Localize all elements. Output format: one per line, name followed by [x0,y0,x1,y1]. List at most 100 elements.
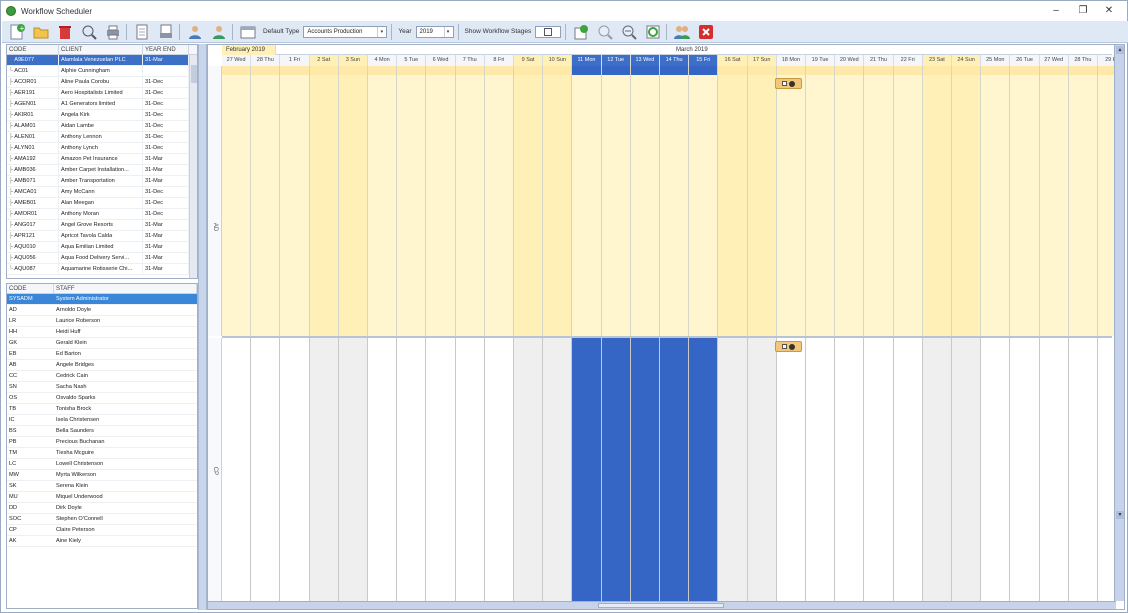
zoom-in-icon[interactable] [595,22,614,41]
close-button[interactable]: ✕ [1100,3,1118,19]
day-header[interactable]: 13 Wed [630,55,660,66]
column-header-year-end[interactable]: YEAR END [143,45,189,54]
day-header[interactable]: 27 Wed [222,55,252,66]
client-row[interactable]: ├ ACOR01 Aline Paula Corobu 31-Dec [7,77,197,88]
day-cell[interactable] [368,75,398,336]
staff-row[interactable]: SOC Stephen O'Connell [7,514,197,525]
delete-icon[interactable] [55,22,74,41]
staff-row[interactable]: BS Bella Saunders [7,426,197,437]
day-cell[interactable] [280,75,310,336]
day-header[interactable]: 23 Sat [922,55,952,66]
day-cell[interactable] [572,75,602,336]
staff-row[interactable]: AK Aine Kiely [7,536,197,547]
day-header[interactable]: 3 Sun [338,55,368,66]
scheduler-vertical-scrollbar[interactable]: ▲ ▼ [1114,45,1124,601]
day-cell[interactable] [718,75,748,336]
client-row[interactable]: ├ AKIR01 Angela Kirk 31-Dec [7,110,197,121]
refresh-icon[interactable] [643,22,662,41]
day-header[interactable]: 26 Tue [1010,55,1040,66]
staff-row[interactable]: LC Lowell Christenson [7,459,197,470]
client-row[interactable]: ├ AGEN01 A1 Generators limited 31-Dec [7,99,197,110]
client-row[interactable]: ├ AMB071 Amber Transportation 31-Mar [7,176,197,187]
day-header[interactable]: 28 Thu [251,55,281,66]
day-cell[interactable] [397,338,427,602]
day-cell[interactable] [952,75,982,336]
day-cell[interactable] [689,75,719,336]
staff-row[interactable]: HH Heidi Huff [7,327,197,338]
day-header[interactable]: 21 Thu [864,55,894,66]
default-type-select[interactable]: Accounts Production ▾ [303,25,388,38]
client-row[interactable]: ├ AMCA01 Amy McCann 31-Dec [7,187,197,198]
day-header[interactable]: 19 Tue [806,55,836,66]
day-header[interactable]: 24 Sun [952,55,982,66]
staff-row[interactable]: PB Precious Buchanan [7,437,197,448]
day-cell[interactable] [426,75,456,336]
staff-row[interactable]: SYSADM System Administrator [7,294,197,305]
clients-scrollbar[interactable] [189,55,197,278]
print-icon[interactable] [103,22,122,41]
staff-row[interactable]: IC Isela Christensen [7,415,197,426]
year-select[interactable]: 2019 ▾ [415,25,454,38]
client-row[interactable]: ├ AER191 Aero Hospitalists Limited 31-Dec [7,88,197,99]
day-cell[interactable] [309,75,339,336]
day-cell[interactable] [689,338,719,602]
day-cell[interactable] [484,338,514,602]
appointment-marker-cp[interactable] [775,341,802,352]
day-header[interactable]: 5 Tue [397,55,427,66]
day-header[interactable]: 22 Fri [893,55,923,66]
client-row[interactable]: ├ ALYN01 Anthony Lynch 31-Dec [7,143,197,154]
staff-row[interactable]: CP Claire Peterson [7,525,197,536]
client-row[interactable]: ├ AMOR01 Anthony Moran 31-Dec [7,209,197,220]
day-cell[interactable] [1010,338,1040,602]
day-cell[interactable] [630,75,660,336]
client-row[interactable]: ├ APR121 Apricot Tavola Calda 31-Mar [7,231,197,242]
column-header-client[interactable]: CLIENT [59,45,143,54]
day-header[interactable]: 28 Thu [1068,55,1098,66]
day-cell[interactable] [222,75,252,336]
maximize-button[interactable]: ❐ [1074,3,1092,19]
day-cell[interactable] [806,338,836,602]
day-cell[interactable] [484,75,514,336]
day-header[interactable]: 7 Thu [455,55,485,66]
day-header[interactable]: 6 Wed [426,55,456,66]
client-row[interactable]: ├ AMA192 Amazon Pet Insurance 31-Mar [7,154,197,165]
day-cell[interactable] [514,75,544,336]
day-cell[interactable] [776,338,806,602]
day-cell[interactable] [426,338,456,602]
client-row[interactable]: ├ AMEB01 Alan Meegan 31-Dec [7,198,197,209]
day-cell[interactable] [952,338,982,602]
day-cell[interactable] [776,75,806,336]
client-row[interactable]: ├ A9E077 Alamlala Venezuelan PLC 31-Mar [7,55,197,66]
day-cell[interactable] [601,75,631,336]
day-cell[interactable] [922,75,952,336]
scrollbar-thumb[interactable] [598,603,724,608]
day-cell[interactable] [747,338,777,602]
search-icon[interactable] [79,22,98,41]
day-cell[interactable] [660,75,690,336]
day-cell[interactable] [455,75,485,336]
day-cell[interactable] [1039,338,1069,602]
day-cell[interactable] [543,338,573,602]
day-cell[interactable] [630,338,660,602]
day-header[interactable]: 11 Mon [572,55,602,66]
day-cell[interactable] [747,75,777,336]
day-cell[interactable] [893,75,923,336]
day-cell[interactable] [893,338,923,602]
day-cell[interactable] [660,338,690,602]
staff-row[interactable]: CC Cedrick Cain [7,371,197,382]
day-cell[interactable] [280,338,310,602]
client-row[interactable]: ├ ALAM01 Aidan Lambe 31-Dec [7,121,197,132]
day-cell[interactable] [718,338,748,602]
new-icon[interactable]: + [7,22,26,41]
panel-splitter[interactable] [198,44,207,610]
client-row[interactable]: ├ AMB036 Amber Carpet Installation... 31-M… [7,165,197,176]
day-cell[interactable] [397,75,427,336]
day-cell[interactable] [835,75,865,336]
day-cell[interactable] [455,338,485,602]
staff-row[interactable]: SK Serena Klein [7,481,197,492]
day-cell[interactable] [338,338,368,602]
day-header[interactable]: 1 Fri [280,55,310,66]
scroll-up-icon[interactable]: ▲ [1116,46,1124,54]
client-row[interactable]: ├ AQU056 Aqua Food Delivery Servi... 31-Ma… [7,253,197,264]
exit-icon[interactable] [696,22,715,41]
